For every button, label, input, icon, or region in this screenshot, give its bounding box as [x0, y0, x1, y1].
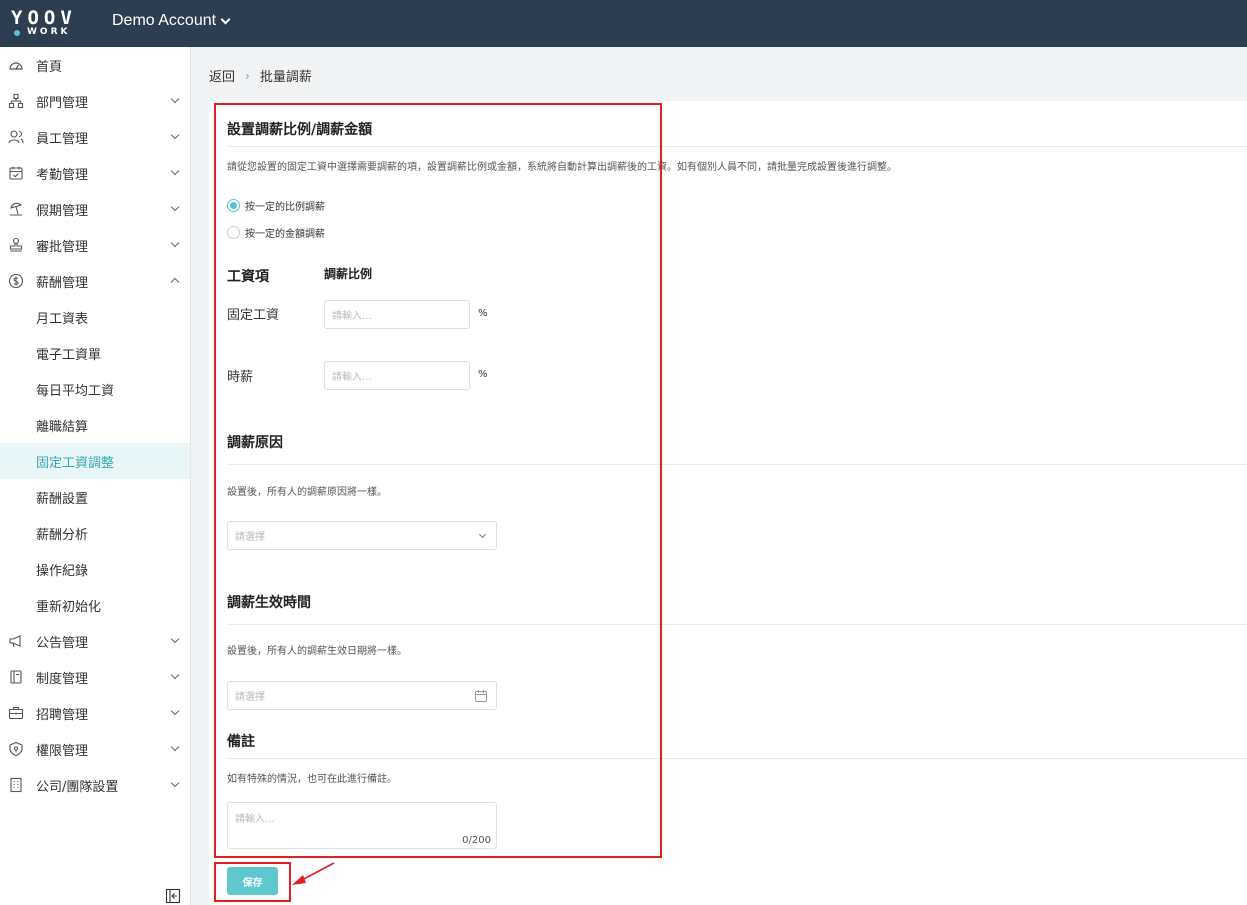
dashboard-icon	[9, 62, 23, 70]
chevron-down-icon	[170, 130, 180, 140]
top-bar: YOOV WORK Demo Account	[0, 0, 1247, 47]
chevron-down-icon	[170, 94, 180, 104]
chevron-down-icon	[170, 706, 180, 716]
sidebar-item-label: 權限管理	[36, 744, 89, 759]
stamp-icon	[9, 237, 23, 252]
chevron-down-icon	[170, 742, 180, 752]
sidebar-subitem-label: 操作紀錄	[36, 564, 89, 579]
users-icon	[8, 130, 24, 144]
sidebar-item-approval[interactable]: 審批管理	[0, 227, 190, 263]
sidebar-subitem-label: 薪酬設置	[36, 492, 89, 507]
sidebar-item-payroll[interactable]: 薪酬管理	[0, 263, 190, 299]
sidebar-subitem-resignation[interactable]: 離職結算	[0, 407, 190, 443]
sidebar-subitem-label: 重新初始化	[36, 600, 102, 615]
sidebar-subitem-label: 每日平均工資	[36, 384, 115, 399]
sidebar-item-label: 制度管理	[36, 672, 89, 687]
sidebar-subitem-payslip[interactable]: 電子工資單	[0, 335, 190, 371]
shield-icon	[9, 741, 23, 757]
breadcrumb-current: 批量調薪	[259, 70, 312, 85]
sidebar-item-employee[interactable]: 員工管理	[0, 119, 190, 155]
sidebar-subitem-monthly-payroll[interactable]: 月工資表	[0, 299, 190, 335]
sidebar-subitem-payroll-analysis[interactable]: 薪酬分析	[0, 515, 190, 551]
chevron-down-icon	[170, 634, 180, 644]
sidebar-subitem-payroll-settings[interactable]: 薪酬設置	[0, 479, 190, 515]
org-chart-icon	[8, 93, 24, 109]
chevron-down-icon	[170, 778, 180, 788]
logo-dot	[14, 30, 20, 36]
sidebar-item-attendance[interactable]: 考勤管理	[0, 155, 190, 191]
sidebar: 首頁 部門管理 員工管理 考勤管理 假期管理 審批管理 薪酬管理 月工資表 電子…	[0, 47, 191, 905]
sidebar-item-label: 員工管理	[36, 132, 89, 147]
sidebar-item-label: 首頁	[36, 60, 63, 75]
chevron-down-icon	[220, 14, 231, 24]
beach-icon	[10, 202, 23, 216]
highlight-box-form	[214, 103, 662, 858]
sidebar-item-label: 考勤管理	[36, 168, 89, 183]
breadcrumb-back-link[interactable]: 返回	[209, 66, 235, 85]
sidebar-item-permission[interactable]: 權限管理	[0, 731, 190, 767]
logo-work-text: WORK	[27, 27, 71, 37]
logo-yoov-text: YOOV	[11, 7, 77, 29]
chevron-up-icon	[170, 277, 180, 287]
account-switcher[interactable]: Demo Account	[112, 12, 231, 30]
annotation-arrow-icon	[292, 862, 335, 885]
collapse-sidebar-icon[interactable]	[165, 888, 181, 904]
sidebar-item-label: 公告管理	[36, 636, 89, 651]
sidebar-item-home[interactable]: 首頁	[0, 47, 190, 83]
building-icon	[10, 777, 22, 793]
sidebar-subitem-label: 固定工資調整	[36, 456, 115, 471]
sidebar-item-department[interactable]: 部門管理	[0, 83, 190, 119]
chevron-down-icon	[170, 238, 180, 248]
sidebar-subitem-fixed-salary-adjust[interactable]: 固定工資調整	[0, 443, 190, 479]
yoov-work-logo[interactable]: YOOV WORK	[0, 0, 90, 47]
sidebar-item-leave[interactable]: 假期管理	[0, 191, 190, 227]
account-name: Demo Account	[112, 12, 217, 29]
chevron-down-icon	[170, 166, 180, 176]
sidebar-item-label: 招聘管理	[36, 708, 89, 723]
sidebar-item-announcement[interactable]: 公告管理	[0, 623, 190, 659]
sidebar-subitem-daily-average[interactable]: 每日平均工資	[0, 371, 190, 407]
sidebar-subitem-label: 月工資表	[36, 312, 89, 327]
sidebar-subitem-reinitialize[interactable]: 重新初始化	[0, 587, 190, 623]
sidebar-item-policy[interactable]: 制度管理	[0, 659, 190, 695]
sidebar-item-label: 薪酬管理	[36, 276, 89, 291]
chevron-down-icon	[170, 670, 180, 680]
breadcrumb: 返回 › 批量調薪	[209, 66, 312, 86]
sidebar-subitem-label: 薪酬分析	[36, 528, 89, 543]
sidebar-item-label: 部門管理	[36, 96, 89, 111]
chevron-down-icon	[170, 202, 180, 212]
sidebar-item-company-settings[interactable]: 公司/團隊設置	[0, 767, 190, 803]
breadcrumb-separator: ›	[245, 68, 250, 83]
sidebar-subitem-operation-log[interactable]: 操作紀錄	[0, 551, 190, 587]
book-icon	[10, 670, 22, 684]
highlight-box-save	[214, 862, 291, 902]
calendar-check-icon	[9, 166, 23, 180]
megaphone-icon	[9, 635, 21, 648]
sidebar-item-label: 公司/團隊設置	[36, 780, 119, 795]
sidebar-item-recruitment[interactable]: 招聘管理	[0, 695, 190, 731]
sidebar-item-label: 審批管理	[36, 240, 89, 255]
briefcase-icon	[8, 706, 24, 720]
sidebar-item-label: 假期管理	[36, 204, 89, 219]
sidebar-subitem-label: 電子工資單	[36, 348, 102, 363]
sidebar-subitem-label: 離職結算	[36, 420, 89, 435]
dollar-icon	[8, 273, 24, 289]
